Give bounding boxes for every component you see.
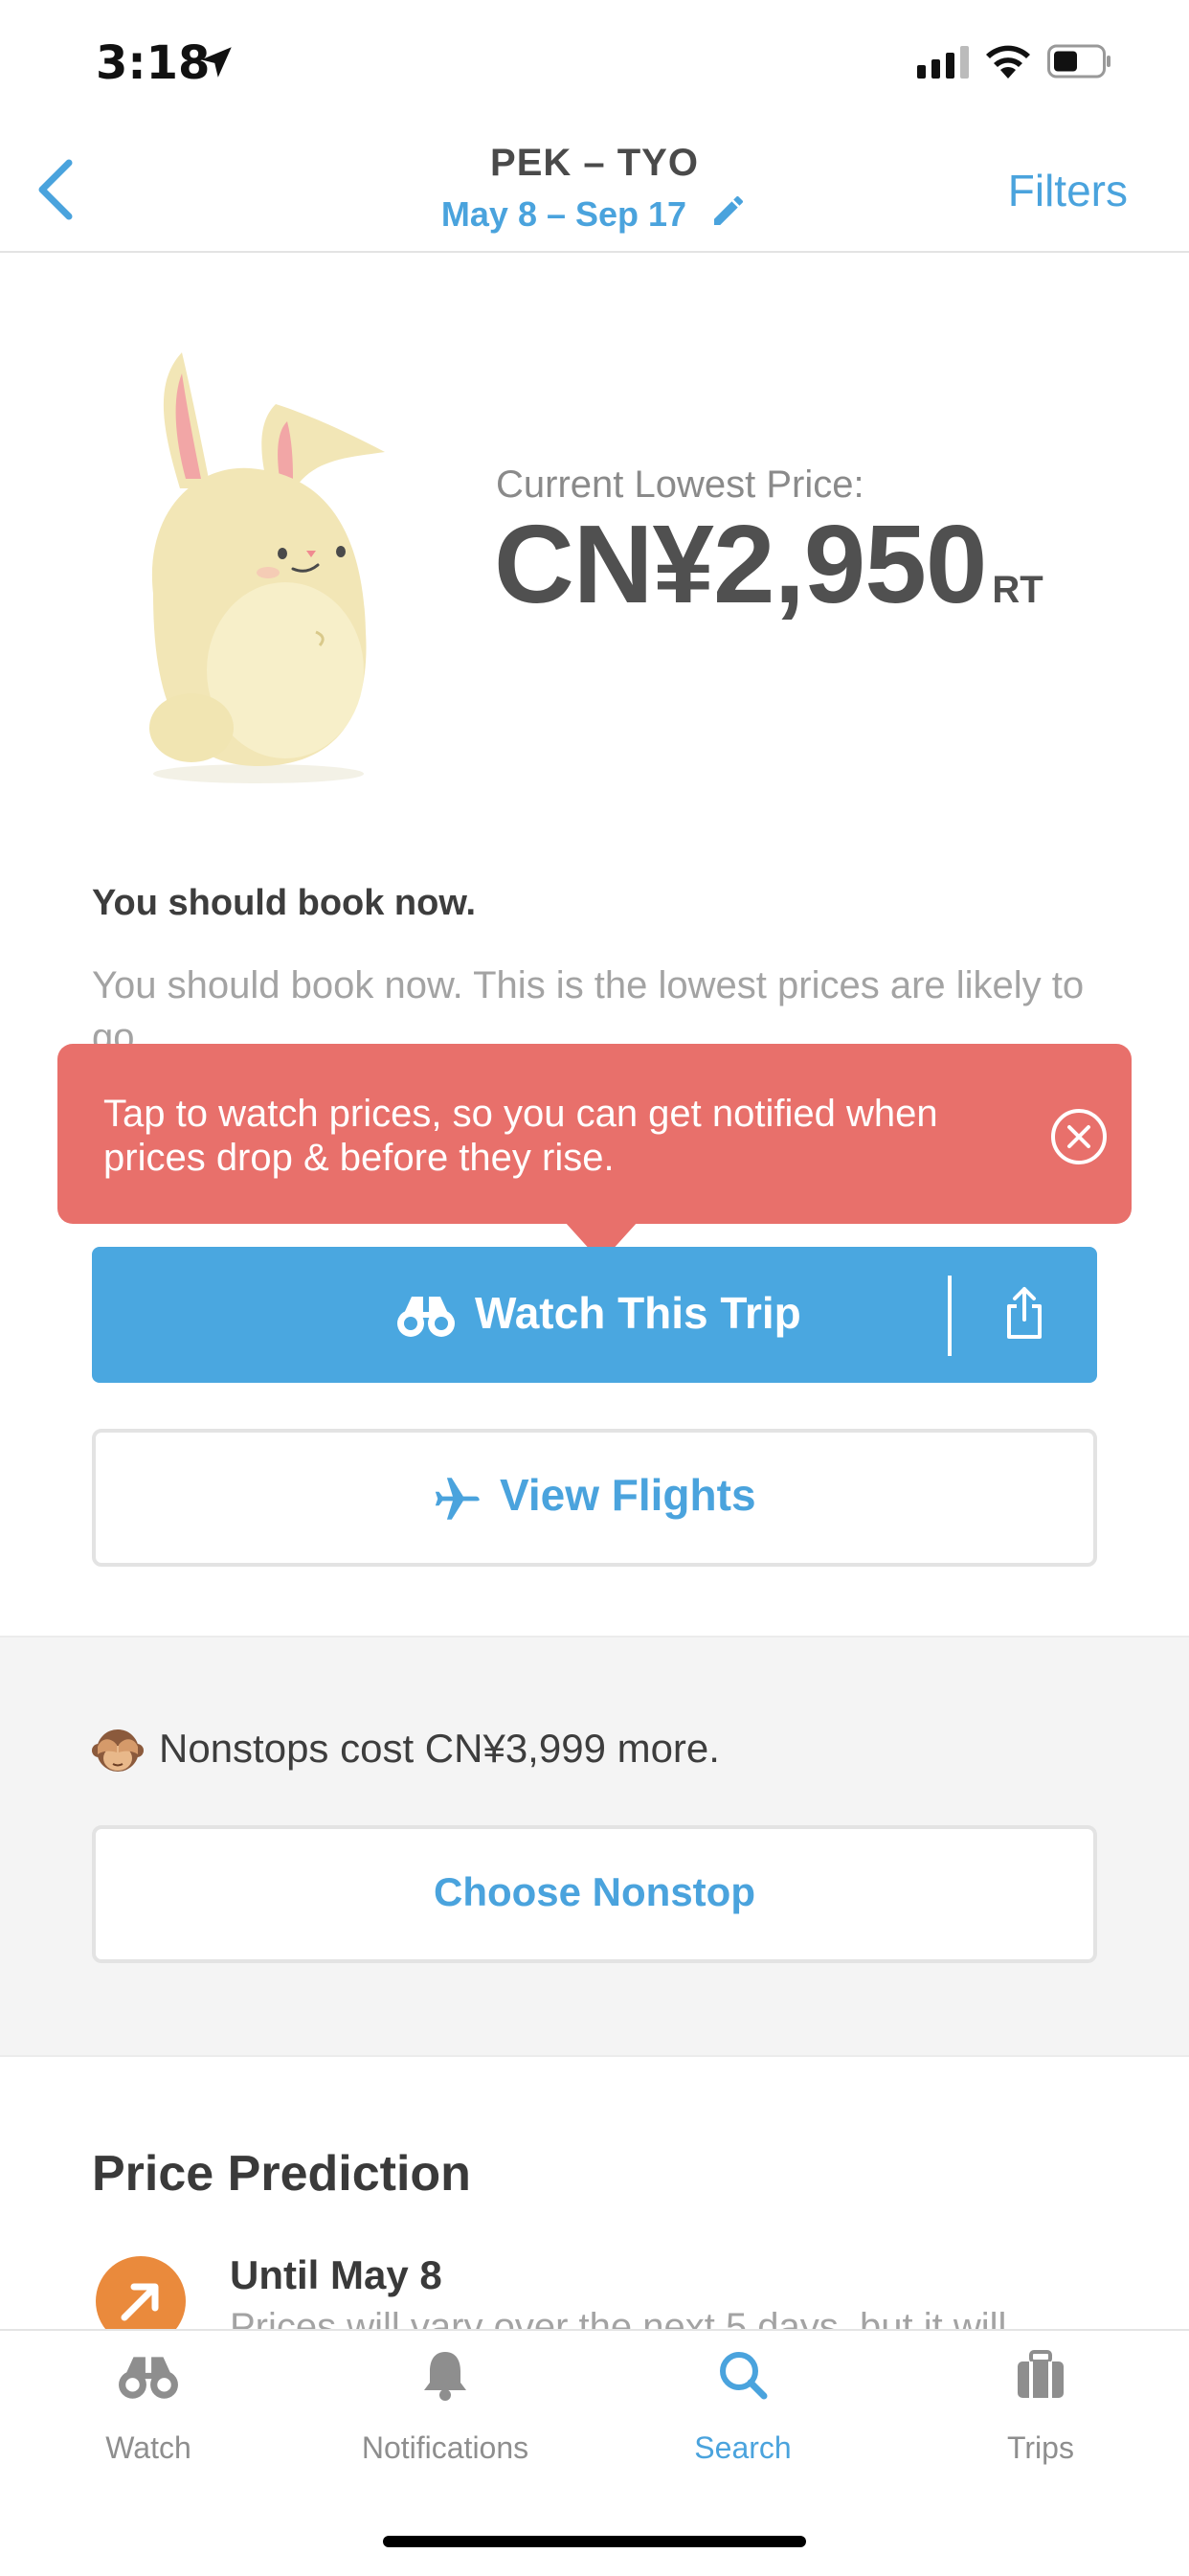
- tab-search[interactable]: Search: [594, 2348, 891, 2473]
- tab-trips[interactable]: Trips: [891, 2348, 1189, 2473]
- nav-divider: [0, 251, 1189, 253]
- nonstop-price-difference: Nonstops cost CN¥3,999 more.: [159, 1726, 720, 1771]
- status-time: 3:18: [96, 36, 211, 90]
- price-amount: CN¥2,950: [494, 502, 987, 626]
- bunny-illustration: [149, 352, 385, 783]
- see-no-evil-monkey-icon: [92, 1729, 144, 1772]
- close-circle-icon[interactable]: [1049, 1107, 1109, 1166]
- filters-button[interactable]: Filters: [1008, 165, 1128, 216]
- airplane-icon: [435, 1478, 480, 1520]
- prediction-description: Prices will vary over the next 5 days, b…: [230, 2306, 1007, 2329]
- home-indicator[interactable]: [383, 2536, 806, 2547]
- binoculars-icon: [119, 2357, 178, 2399]
- tab-notifications[interactable]: Notifications: [297, 2348, 594, 2473]
- suitcase-icon: [1018, 2350, 1064, 2398]
- recommendation-title: You should book now.: [92, 883, 477, 923]
- battery-icon: [1047, 44, 1110, 79]
- tooltip-text: Tap to watch prices, so you can get noti…: [103, 1093, 938, 1179]
- price-prediction-title: Price Prediction: [92, 2146, 471, 2202]
- prediction-until-date: Until May 8: [230, 2252, 442, 2297]
- recommendation-text: You should book now. This is the lowest …: [92, 964, 1085, 1053]
- tab-trips-label: Trips: [1007, 2430, 1074, 2465]
- search-icon: [720, 2352, 768, 2400]
- binoculars-icon: [397, 1297, 455, 1337]
- cellular-signal-icon: [917, 46, 969, 79]
- edit-pencil-icon: [714, 195, 744, 225]
- tab-watch-label: Watch: [105, 2430, 191, 2465]
- tab-search-label: Search: [694, 2430, 792, 2465]
- bell-icon: [424, 2352, 466, 2401]
- current-lowest-price: CN¥2,950 RT: [494, 500, 1043, 628]
- price-round-trip-suffix: RT: [992, 569, 1043, 611]
- share-icon[interactable]: [1003, 1285, 1045, 1341]
- tab-notifications-label: Notifications: [361, 2430, 529, 2465]
- tab-watch[interactable]: Watch: [0, 2348, 297, 2473]
- button-divider: [948, 1276, 952, 1356]
- date-range-label: May 8 – Sep 17: [440, 194, 687, 234]
- choose-nonstop-label: Choose Nonstop: [434, 1869, 755, 1914]
- view-flights-label: View Flights: [500, 1470, 756, 1520]
- watch-this-trip-label: Watch This Trip: [475, 1288, 801, 1338]
- location-arrow-icon: [201, 47, 232, 78]
- wifi-icon: [986, 45, 1030, 79]
